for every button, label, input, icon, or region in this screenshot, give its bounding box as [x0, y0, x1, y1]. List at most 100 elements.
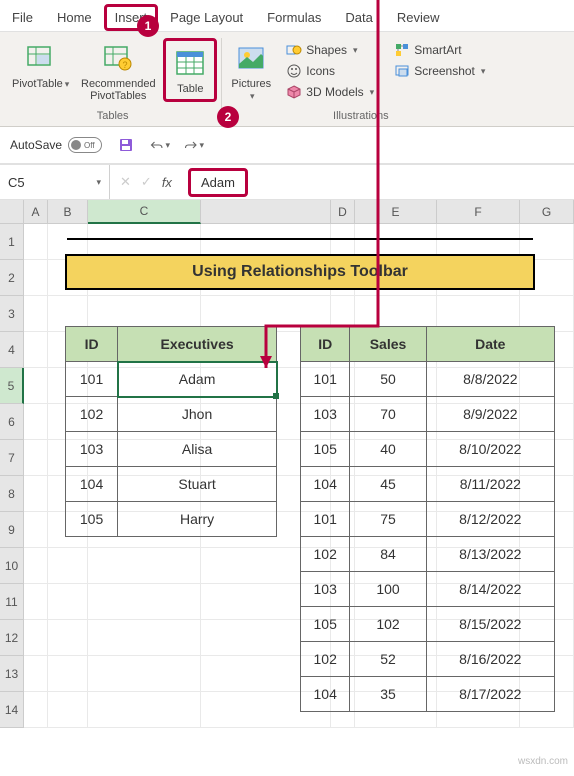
col-header[interactable]: A [24, 200, 48, 224]
recommended-pivottables-button[interactable]: ? Recommended PivotTables [73, 38, 163, 104]
tab-formulas[interactable]: Formulas [255, 4, 333, 31]
col-header[interactable]: G [520, 200, 574, 224]
sales-header-date[interactable]: Date [426, 327, 554, 362]
table-cell[interactable]: 102 [66, 397, 118, 432]
pictures-label: Pictures▾ [231, 78, 271, 102]
table-cell[interactable]: 105 [301, 432, 350, 467]
icons-button[interactable]: Icons [282, 61, 378, 81]
row-header[interactable]: 8 [0, 476, 24, 512]
exec-header-id[interactable]: ID [66, 327, 118, 362]
row-header[interactable]: 7 [0, 440, 24, 476]
icons-icon [286, 63, 302, 79]
table-cell[interactable]: 35 [350, 677, 426, 712]
pictures-button[interactable]: Pictures▾ [226, 38, 276, 104]
select-all-corner[interactable] [0, 200, 24, 224]
table-cell[interactable]: 50 [350, 362, 426, 397]
save-button[interactable] [116, 135, 136, 155]
table-cell[interactable]: 75 [350, 502, 426, 537]
sales-header-sales[interactable]: Sales [350, 327, 426, 362]
pivottable-button[interactable]: PivotTable▾ [8, 38, 73, 92]
autosave-toggle[interactable]: Off [68, 137, 102, 153]
table-cell[interactable]: 103 [301, 572, 350, 607]
table-cell[interactable]: 103 [301, 397, 350, 432]
table-cell[interactable]: 105 [301, 607, 350, 642]
table-cell[interactable]: 52 [350, 642, 426, 677]
table-cell[interactable]: 101 [66, 362, 118, 397]
table-cell[interactable]: 8/10/2022 [426, 432, 554, 467]
row-header[interactable]: 2 [0, 260, 24, 296]
row-header[interactable]: 14 [0, 692, 24, 728]
row-header[interactable]: 3 [0, 296, 24, 332]
table-cell[interactable]: 104 [301, 677, 350, 712]
redo-button[interactable]: ▾ [184, 135, 204, 155]
table-cell[interactable]: 101 [301, 362, 350, 397]
table-cell[interactable]: 8/14/2022 [426, 572, 554, 607]
table-cell[interactable]: 84 [350, 537, 426, 572]
row-header[interactable]: 5 [0, 368, 24, 404]
chevron-down-icon: ▾ [96, 177, 101, 188]
table-cell[interactable]: 8/9/2022 [426, 397, 554, 432]
table-cell[interactable]: Jhon [118, 397, 277, 432]
row-header[interactable]: 10 [0, 548, 24, 584]
autosave-label: AutoSave [10, 138, 62, 152]
table-cell[interactable]: 100 [350, 572, 426, 607]
tab-file[interactable]: File [0, 4, 45, 31]
selected-cell[interactable]: Adam [118, 362, 277, 397]
smartart-icon [394, 42, 410, 58]
table-cell[interactable]: 101 [301, 502, 350, 537]
table-cell[interactable]: 70 [350, 397, 426, 432]
table-cell[interactable]: 8/12/2022 [426, 502, 554, 537]
autosave-control[interactable]: AutoSave Off [10, 137, 102, 153]
table-cell[interactable]: 102 [301, 642, 350, 677]
table-cell[interactable]: 8/13/2022 [426, 537, 554, 572]
col-header[interactable]: D [331, 200, 355, 224]
table-cell[interactable]: 105 [66, 502, 118, 537]
table-icon [172, 45, 208, 81]
cancel-icon[interactable]: ✕ [120, 174, 131, 190]
table-cell[interactable]: 40 [350, 432, 426, 467]
table-cell[interactable]: Stuart [118, 467, 277, 502]
table-button[interactable]: Table [163, 38, 217, 102]
table-cell[interactable]: 104 [66, 467, 118, 502]
table-cell[interactable]: 102 [350, 607, 426, 642]
col-header[interactable]: F [437, 200, 520, 224]
screenshot-button[interactable]: Screenshot▾ [390, 61, 489, 81]
undo-button[interactable]: ▾ [150, 135, 170, 155]
table-cell[interactable]: 104 [301, 467, 350, 502]
exec-header-name[interactable]: Executives [118, 327, 277, 362]
tab-home[interactable]: Home [45, 4, 104, 31]
table-cell[interactable]: 8/11/2022 [426, 467, 554, 502]
row-header[interactable]: 1 [0, 224, 24, 260]
table-cell[interactable]: 8/8/2022 [426, 362, 554, 397]
table-cell[interactable]: Harry [118, 502, 277, 537]
title-band: Using Relationships Toolbar [65, 254, 535, 290]
check-icon[interactable]: ✓ [141, 174, 152, 190]
shapes-button[interactable]: Shapes▾ [282, 40, 378, 60]
tab-data[interactable]: Data [333, 4, 384, 31]
table-cell[interactable]: 8/16/2022 [426, 642, 554, 677]
tab-page-layout[interactable]: Page Layout [158, 4, 255, 31]
fx-icon[interactable]: fx [162, 175, 172, 190]
sales-header-id[interactable]: ID [301, 327, 350, 362]
row-header[interactable]: 13 [0, 656, 24, 692]
row-header[interactable]: 6 [0, 404, 24, 440]
3d-models-button[interactable]: 3D Models▾ [282, 82, 378, 102]
tab-review[interactable]: Review [385, 4, 452, 31]
table-cell[interactable]: 8/17/2022 [426, 677, 554, 712]
table-cell[interactable]: 8/15/2022 [426, 607, 554, 642]
table-cell[interactable]: Alisa [118, 432, 277, 467]
name-box[interactable]: C5 ▾ [0, 165, 110, 199]
table-cell[interactable]: 103 [66, 432, 118, 467]
smartart-button[interactable]: SmartArt [390, 40, 489, 60]
row-header[interactable]: 12 [0, 620, 24, 656]
col-header[interactable]: E [355, 200, 437, 224]
row-header[interactable]: 9 [0, 512, 24, 548]
table-cell[interactable]: 102 [301, 537, 350, 572]
row-header[interactable]: 11 [0, 584, 24, 620]
pivottable-label: PivotTable▾ [12, 78, 69, 90]
col-header[interactable]: B [48, 200, 88, 224]
row-header[interactable]: 4 [0, 332, 24, 368]
formula-input[interactable]: Adam [188, 168, 248, 197]
col-header[interactable]: C [88, 200, 201, 224]
table-cell[interactable]: 45 [350, 467, 426, 502]
